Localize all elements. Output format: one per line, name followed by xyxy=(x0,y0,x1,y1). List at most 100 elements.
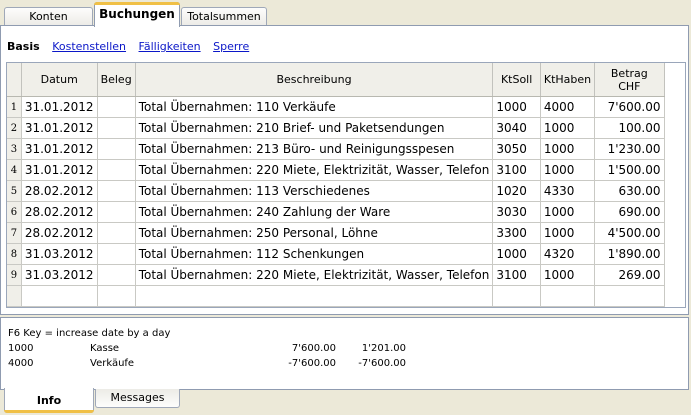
cell-credit[interactable]: 1000 xyxy=(540,264,596,286)
cell-doc[interactable] xyxy=(97,180,136,202)
top-tab-bar: Konten Buchungen Totalsummen xyxy=(0,0,691,27)
cell-debit[interactable]: 3100 xyxy=(492,159,541,181)
cell-debit[interactable]: 1020 xyxy=(492,180,541,202)
info-value-1: 7'600.00 xyxy=(291,343,336,354)
cell-description[interactable]: Total Übernahmen: 112 Schenkungen xyxy=(135,243,494,265)
cell-doc[interactable] xyxy=(97,222,136,244)
cell-credit[interactable]: 4320 xyxy=(540,243,596,265)
cell-debit[interactable]: 1000 xyxy=(492,96,541,118)
header-datum[interactable]: Datum xyxy=(21,63,98,97)
cell-doc[interactable] xyxy=(97,243,136,265)
cell-description[interactable]: Total Übernahmen: 250 Personal, Löhne xyxy=(135,222,494,244)
cell-debit[interactable]: 3050 xyxy=(492,138,541,160)
cell-amount[interactable]: 269.00 xyxy=(594,264,665,286)
cell-debit[interactable]: 1000 xyxy=(492,243,541,265)
header-beleg[interactable]: Beleg xyxy=(97,63,136,97)
cell-debit[interactable]: 3040 xyxy=(492,117,541,139)
row-number: 9 xyxy=(7,264,22,286)
cell-credit[interactable]: 1000 xyxy=(540,159,596,181)
cell-doc[interactable] xyxy=(97,159,136,181)
cell-description[interactable]: Total Übernahmen: 240 Zahlung der Ware xyxy=(135,201,494,223)
table-row[interactable]: 2 31.01.2012 Total Übernahmen: 210 Brief… xyxy=(7,117,685,139)
cell-debit[interactable] xyxy=(492,285,541,307)
cell-amount[interactable]: 1'890.00 xyxy=(594,243,665,265)
cell-debit[interactable]: 3030 xyxy=(492,201,541,223)
cell-description[interactable] xyxy=(135,285,494,307)
cell-date[interactable]: 31.01.2012 xyxy=(21,96,98,118)
cell-doc[interactable] xyxy=(97,285,136,307)
table-row[interactable]: 7 28.02.2012 Total Übernahmen: 250 Perso… xyxy=(7,222,685,244)
cell-credit[interactable]: 4000 xyxy=(540,96,596,118)
cell-amount[interactable]: 7'600.00 xyxy=(594,96,665,118)
tab-totalsummen[interactable]: Totalsummen xyxy=(181,7,267,26)
cell-amount[interactable]: 1'230.00 xyxy=(594,138,665,160)
row-number: 8 xyxy=(7,243,22,265)
table-row[interactable]: 6 28.02.2012 Total Übernahmen: 240 Zahlu… xyxy=(7,201,685,223)
cell-doc[interactable] xyxy=(97,96,136,118)
cell-amount[interactable]: 1'500.00 xyxy=(594,159,665,181)
row-number: 2 xyxy=(7,117,22,139)
cell-credit[interactable]: 1000 xyxy=(540,222,596,244)
cell-description[interactable]: Total Übernahmen: 213 Büro- und Reinigun… xyxy=(135,138,494,160)
table-row[interactable]: 4 31.01.2012 Total Übernahmen: 220 Miete… xyxy=(7,159,685,181)
info-value-2: 1'201.00 xyxy=(361,343,406,354)
table-row[interactable]: 9 31.03.2012 Total Übernahmen: 220 Miete… xyxy=(7,264,685,286)
cell-amount[interactable]: 630.00 xyxy=(594,180,665,202)
cell-empty xyxy=(664,97,685,118)
cell-date[interactable]: 31.01.2012 xyxy=(21,159,98,181)
cell-doc[interactable] xyxy=(97,117,136,139)
table-row[interactable]: 1 31.01.2012 Total Übernahmen: 110 Verkä… xyxy=(7,96,685,118)
cell-empty xyxy=(664,139,685,160)
cell-debit[interactable]: 3300 xyxy=(492,222,541,244)
cell-description[interactable]: Total Übernahmen: 110 Verkäufe xyxy=(135,96,494,118)
cell-empty xyxy=(664,118,685,139)
row-number-header xyxy=(7,63,22,97)
table-row[interactable]: 5 28.02.2012 Total Übernahmen: 113 Versc… xyxy=(7,180,685,202)
table-empty-row[interactable] xyxy=(7,285,685,307)
subtab-sperre[interactable]: Sperre xyxy=(213,40,249,53)
cell-amount[interactable]: 690.00 xyxy=(594,201,665,223)
cell-credit[interactable]: 1000 xyxy=(540,138,596,160)
cell-date[interactable]: 28.02.2012 xyxy=(21,201,98,223)
cell-date[interactable]: 31.01.2012 xyxy=(21,138,98,160)
cell-date[interactable]: 28.02.2012 xyxy=(21,180,98,202)
table-header: Datum Beleg Beschreibung KtSoll KtHaben … xyxy=(7,63,685,97)
tab-info[interactable]: Info xyxy=(4,388,94,413)
header-beschreibung[interactable]: Beschreibung xyxy=(135,63,494,97)
tab-messages[interactable]: Messages xyxy=(95,389,180,408)
header-kthaben[interactable]: KtHaben xyxy=(540,63,596,97)
table-row[interactable]: 3 31.01.2012 Total Übernahmen: 213 Büro-… xyxy=(7,138,685,160)
row-number: 5 xyxy=(7,180,22,202)
header-ktsoll[interactable]: KtSoll xyxy=(492,63,541,97)
header-betrag-currency: CHF xyxy=(618,79,641,93)
header-betrag[interactable]: Betrag CHF xyxy=(594,63,665,97)
cell-empty xyxy=(664,286,685,307)
subtab-basis[interactable]: Basis xyxy=(7,40,40,53)
cell-doc[interactable] xyxy=(97,138,136,160)
cell-date[interactable]: 28.02.2012 xyxy=(21,222,98,244)
cell-date[interactable]: 31.03.2012 xyxy=(21,243,98,265)
cell-credit[interactable] xyxy=(540,285,596,307)
cell-date[interactable]: 31.01.2012 xyxy=(21,117,98,139)
tab-buchungen[interactable]: Buchungen xyxy=(94,2,180,27)
cell-description[interactable]: Total Übernahmen: 220 Miete, Elektrizitä… xyxy=(135,264,494,286)
cell-doc[interactable] xyxy=(97,264,136,286)
cell-description[interactable]: Total Übernahmen: 113 Verschiedenes xyxy=(135,180,494,202)
cell-date[interactable]: 31.03.2012 xyxy=(21,264,98,286)
cell-amount[interactable]: 100.00 xyxy=(594,117,665,139)
cell-amount[interactable] xyxy=(594,285,665,307)
cell-credit[interactable]: 4330 xyxy=(540,180,596,202)
cell-date[interactable] xyxy=(21,285,98,307)
cell-description[interactable]: Total Übernahmen: 220 Miete, Elektrizitä… xyxy=(135,159,494,181)
cell-credit[interactable]: 1000 xyxy=(540,201,596,223)
info-panel: F6 Key = increase date by a day 1000 Kas… xyxy=(0,317,689,390)
cell-description[interactable]: Total Übernahmen: 210 Brief- und Paketse… xyxy=(135,117,494,139)
table-row[interactable]: 8 31.03.2012 Total Übernahmen: 112 Schen… xyxy=(7,243,685,265)
cell-credit[interactable]: 1000 xyxy=(540,117,596,139)
cell-doc[interactable] xyxy=(97,201,136,223)
subtab-kostenstellen[interactable]: Kostenstellen xyxy=(52,40,126,53)
cell-amount[interactable]: 4'500.00 xyxy=(594,222,665,244)
cell-debit[interactable]: 3100 xyxy=(492,264,541,286)
tab-konten[interactable]: Konten xyxy=(4,7,93,26)
subtab-faelligkeiten[interactable]: Fälligkeiten xyxy=(139,40,201,53)
